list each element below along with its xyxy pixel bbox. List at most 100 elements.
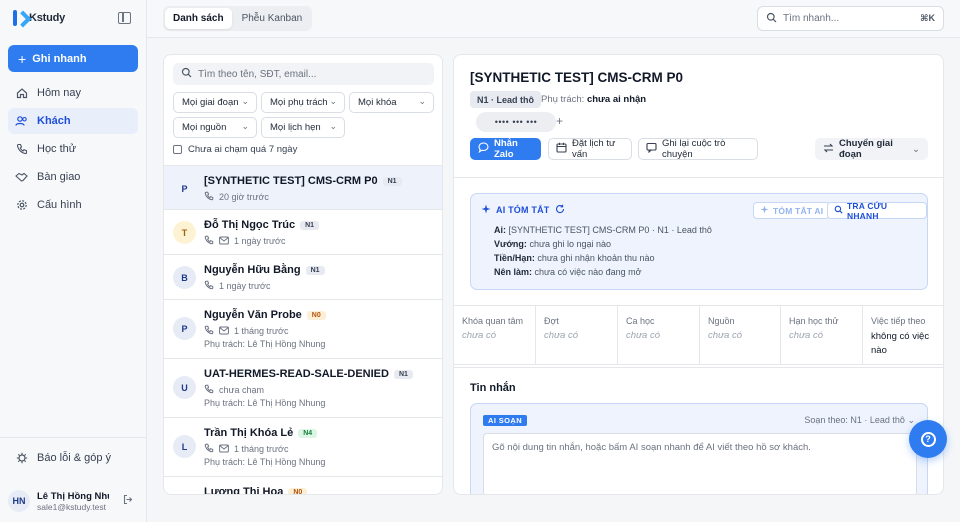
customer-list-panel: Tìm theo tên, SĐT, email... Mọi giai đoạ…: [163, 54, 443, 495]
phone-icon: [204, 235, 214, 247]
filter-owner-select[interactable]: Mọi phụ trách ⌄: [261, 92, 345, 113]
customer-name-text: Nguyễn Văn Probe: [204, 309, 302, 321]
field-course[interactable]: Khóa quan tâm chưa có: [454, 306, 536, 364]
filter-value: Mọi giai đoạn: [182, 97, 239, 108]
sidebar-item-settings[interactable]: Cấu hình: [8, 192, 138, 218]
compose-context-label: Soạn theo: N1 · Lead thô: [804, 415, 905, 425]
swap-icon: [823, 143, 834, 156]
row-owner: Phụ trách: Lê Thị Hồng Nhung: [204, 457, 326, 467]
ai-line-value: chưa ghi nhận khoản thu nào: [537, 253, 655, 263]
customer-name: [SYNTHETIC TEST] CMS-CRM P0 N1: [204, 175, 402, 187]
list-item[interactable]: P [SYNTHETIC TEST] CMS-CRM P0 N1 20 giờ …: [164, 165, 442, 209]
avatar: HN: [8, 490, 30, 512]
change-stage-button[interactable]: Chuyển giai đoạn ⌄: [815, 138, 928, 160]
quick-lookup-button[interactable]: TRA CỨU NHANH: [827, 200, 927, 221]
phone-number-masked[interactable]: •••• ••• •••: [476, 112, 556, 132]
checkbox[interactable]: [173, 145, 182, 154]
quick-lookup-label: TRA CỨU NHANH: [847, 200, 888, 221]
sidebar-item-today[interactable]: Hôm nay: [8, 80, 138, 106]
compose-context[interactable]: Soạn theo: N1 · Lead thô ⌄: [804, 415, 915, 426]
field-shift[interactable]: Ca học chưa có: [618, 306, 700, 364]
filter-stage-select[interactable]: Mọi giai đoạn ⌄: [173, 92, 257, 113]
list-item[interactable]: B Nguyễn Hữu Bằng N1 1 ngày trước: [164, 254, 442, 299]
user-profile[interactable]: HN Lê Thị Hồng Nhung sale1@kstudy.test: [8, 486, 138, 516]
field-next-task[interactable]: Việc tiếp theo không có việc nào: [863, 306, 943, 364]
field-label: Đợt: [544, 316, 559, 326]
chevron-down-icon: ⌄: [912, 143, 920, 155]
log-label: Ghi lại cuộc trò chuyện: [662, 138, 726, 160]
sidebar-item-trial[interactable]: Học thử: [8, 136, 138, 162]
ai-summary-heading: AI TÓM TẮT: [481, 204, 565, 216]
stage-badge: N4: [298, 428, 318, 438]
field-label: Nguồn: [708, 316, 735, 326]
avatar: P: [173, 317, 196, 340]
filter-source-select[interactable]: Mọi nguồn ⌄: [173, 117, 257, 138]
field-source[interactable]: Nguồn chưa có: [700, 306, 781, 364]
phone-icon: [204, 384, 214, 396]
search-icon: [834, 205, 843, 216]
brand-logo[interactable]: Kstudy: [12, 10, 65, 26]
sidebar-item-label: Bàn giao: [37, 171, 81, 183]
ai-summarize-button[interactable]: TÓM TẮT AI: [753, 202, 831, 219]
stage-badge: N0: [306, 310, 326, 320]
calendar-icon: [556, 142, 567, 156]
field-value: chưa có: [626, 330, 661, 341]
report-label: Báo lỗi & góp ý: [37, 452, 111, 464]
quick-note-button[interactable]: + Ghi nhanh: [8, 45, 138, 72]
filter-value: Mọi lịch hẹn: [270, 122, 321, 133]
refresh-icon[interactable]: [555, 204, 565, 216]
report-bug-link[interactable]: Báo lỗi & góp ý: [8, 447, 138, 469]
add-phone-icon[interactable]: +: [556, 114, 563, 128]
gear-icon: [15, 199, 28, 212]
customer-name: UAT-HERMES-READ-SALE-DENIED N1: [204, 368, 413, 380]
untouched-filter-checkbox[interactable]: Chưa ai chạm quá 7 ngày: [173, 144, 297, 155]
schedule-label: Đặt lịch tư vấn: [572, 138, 616, 160]
field-label: Khóa quan tâm: [462, 316, 524, 326]
list-item[interactable]: P Nguyễn Văn Probe N0 1 tháng trước Phụ …: [164, 299, 442, 358]
phone-icon: [204, 191, 214, 203]
filter-value: Mọi phụ trách: [270, 97, 328, 108]
logout-icon[interactable]: [123, 494, 134, 508]
customer-name-text: [SYNTHETIC TEST] CMS-CRM P0: [204, 175, 378, 187]
tab-kanban[interactable]: Phễu Kanban: [234, 8, 311, 29]
page-title: [SYNTHETIC TEST] CMS-CRM P0: [470, 70, 684, 85]
help-button[interactable]: ?: [909, 420, 947, 458]
collapse-sidebar-icon[interactable]: [118, 12, 131, 24]
list-item[interactable]: T Đỗ Thị Ngọc Trúc N1 1 ngày trước: [164, 209, 442, 254]
schedule-consult-button[interactable]: Đặt lịch tư vấn: [548, 138, 632, 160]
ai-line-who: Ai: [SYNTHETIC TEST] CMS-CRM P0 · N1 · L…: [494, 225, 712, 235]
chevron-down-icon: ⌄: [418, 96, 426, 106]
field-batch[interactable]: Đợt chưa có: [536, 306, 618, 364]
chevron-down-icon: ⌄: [329, 121, 337, 131]
list-item[interactable]: U UAT-HERMES-READ-SALE-DENIED N1 chưa ch…: [164, 358, 442, 417]
row-meta: 1 tháng trước: [204, 443, 288, 455]
list-item[interactable]: Lương Thị Hoa N0: [164, 476, 442, 494]
tab-list[interactable]: Danh sách: [165, 8, 232, 29]
sidebar-item-customers[interactable]: Khách: [8, 108, 138, 134]
ai-compose-tag: AI SOẠN: [483, 415, 528, 426]
customer-name: Trần Thị Khóa Lẻ N4: [204, 427, 318, 439]
row-owner: Phụ trách: Lê Thị Hồng Nhung: [204, 398, 326, 408]
user-email: sale1@kstudy.test: [37, 501, 106, 512]
user-name: Lê Thị Hồng Nhung: [37, 490, 109, 502]
message-textarea[interactable]: Gõ nội dung tin nhắn, hoặc bấm AI soạn n…: [483, 433, 917, 494]
filter-appointment-select[interactable]: Mọi lịch hẹn ⌄: [261, 117, 345, 138]
sidebar-item-handover[interactable]: Bàn giao: [8, 164, 138, 190]
global-search-input[interactable]: Tìm nhanh... ⌘K: [757, 6, 944, 31]
chevron-down-icon: ⌄: [241, 121, 249, 131]
sidebar-divider: [0, 437, 147, 438]
log-conversation-button[interactable]: Ghi lại cuộc trò chuyện: [638, 138, 758, 160]
topbar: Danh sách Phễu Kanban Tìm nhanh... ⌘K: [147, 0, 960, 38]
filter-course-select[interactable]: Mọi khóa ⌄: [349, 92, 434, 113]
customer-name: Nguyễn Hữu Bằng N1: [204, 264, 325, 276]
field-trial-deadline[interactable]: Hạn học thử chưa có: [781, 306, 863, 364]
chevron-down-icon: ⌄: [907, 415, 915, 425]
ai-line-blockers: Vướng: chưa ghi lo ngại nào: [494, 239, 611, 249]
kstudy-logo-icon: [12, 10, 26, 26]
customer-search-input[interactable]: Tìm theo tên, SĐT, email...: [173, 63, 434, 85]
zalo-message-button[interactable]: Nhắn Zalo: [470, 138, 541, 160]
chevron-down-icon: ⌄: [241, 96, 249, 106]
list-item[interactable]: L Trần Thị Khóa Lẻ N4 1 tháng trước Phụ …: [164, 417, 442, 476]
users-icon: [15, 115, 28, 128]
customer-name: Đỗ Thị Ngọc Trúc N1: [204, 219, 320, 231]
